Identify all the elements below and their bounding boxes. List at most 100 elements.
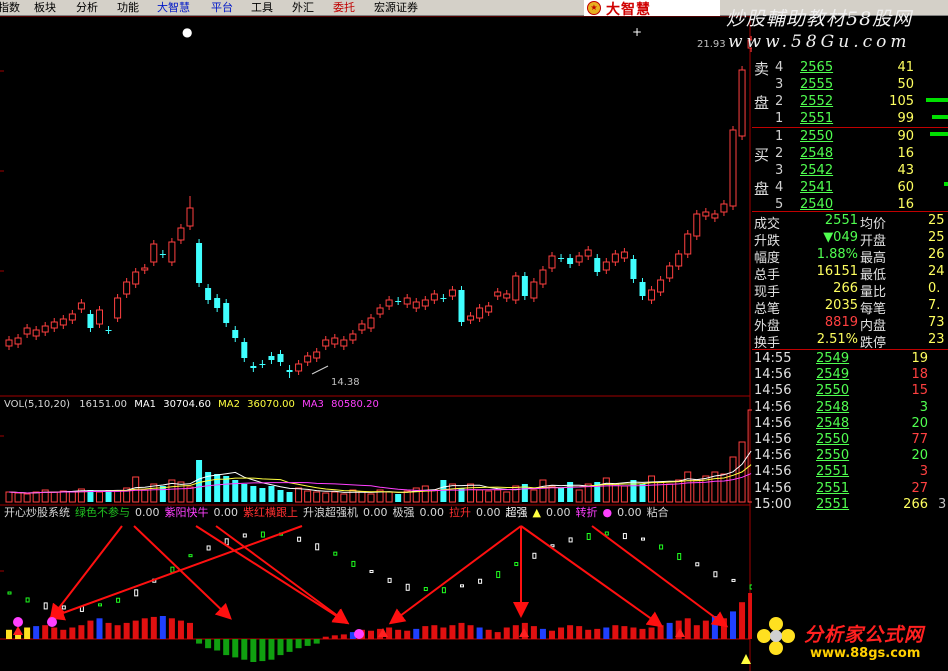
- low-marker: [311, 365, 329, 375]
- volume-legend: VOL(5,10,20) 16151.00 MA1 30704.60 MA2 3…: [4, 398, 379, 411]
- stat-row: 外盘 8819 内盘 73: [752, 315, 948, 334]
- histogram-bar: [60, 629, 67, 639]
- vol-ma3-label: MA3: [302, 399, 324, 410]
- high-price-label: 21.93: [697, 39, 726, 50]
- tick-row[interactable]: 14:56 2548 20: [752, 416, 948, 432]
- volume-bar: [322, 492, 330, 503]
- menu-item-analysis[interactable]: 分析: [76, 1, 98, 14]
- indicator-legend-item: 升浪超强机: [303, 506, 358, 519]
- bottom-logo: 分析家公式网 www.88gs.com: [752, 612, 948, 671]
- volume-bar: [548, 485, 556, 503]
- buy-level-row[interactable]: 2 2548 16: [752, 146, 948, 163]
- histogram-bar: [51, 627, 58, 639]
- tick-row[interactable]: 14:56 2548 3: [752, 400, 948, 416]
- volume-bar: [68, 491, 76, 503]
- stat-value: 2.51%: [816, 332, 858, 347]
- volume-bar: [268, 486, 275, 502]
- menu-item-tools[interactable]: 工具: [251, 1, 273, 14]
- menu-item-platform[interactable]: 平台: [211, 1, 233, 14]
- buy-level-row[interactable]: 4 2541 60: [752, 180, 948, 197]
- menu-item-forex[interactable]: 外汇: [292, 1, 314, 14]
- chart-frame: [0, 16, 751, 671]
- indicator-marker: [297, 536, 302, 542]
- annotation-arrow: [133, 525, 232, 620]
- tick-row[interactable]: 14:56 2550 20: [752, 448, 948, 464]
- tick-row[interactable]: 14:56 2551 3: [752, 464, 948, 480]
- volume-bar: [23, 493, 31, 503]
- indicator-marker: [405, 583, 410, 591]
- volume-bar: [494, 489, 502, 503]
- tick-volume: 15: [911, 383, 928, 399]
- sell-level-row[interactable]: 1 2551 99: [752, 111, 948, 128]
- indicator-legend-item: 0.00: [135, 506, 160, 519]
- candle-body: [575, 255, 583, 263]
- indicator-histogram: [6, 531, 752, 662]
- indicator-marker: [478, 578, 483, 584]
- tick-row[interactable]: 14:56 2549 18: [752, 367, 948, 383]
- sell-level-row[interactable]: 4 2565 41: [752, 60, 948, 77]
- volume-bar: [96, 491, 103, 503]
- histogram-bar: [96, 618, 103, 639]
- sell-level-row[interactable]: 3 2555 50: [752, 77, 948, 94]
- tick-price: 2551: [816, 480, 850, 496]
- histogram-bar: [512, 625, 519, 639]
- tick-volume: 27: [911, 480, 928, 496]
- level-volume: 50: [897, 77, 914, 92]
- candle-body: [223, 303, 230, 323]
- level-number: 2: [775, 146, 784, 161]
- volume-bar: [223, 476, 230, 502]
- stat-value-2: 25: [928, 230, 945, 245]
- stat-value: 16151: [816, 264, 858, 279]
- histogram-bar: [268, 639, 275, 660]
- volume-bar: [395, 494, 402, 502]
- annotation-arrow: [591, 525, 729, 628]
- tick-row[interactable]: 14:56 2550 15: [752, 383, 948, 399]
- stat-row: 总笔 2035 每笔 7.: [752, 298, 948, 317]
- indicator-marker: [423, 587, 428, 592]
- tick-row[interactable]: 14:55 2549 19: [752, 351, 948, 367]
- indicator-legend: 开心炒股系统 绿色不参与 0.00 紫阳快牛 0.00 紫红横跟上 升浪超强机 0.00 极强 0…: [4, 506, 674, 519]
- depth-bar: [930, 132, 948, 136]
- tick-volume: 3: [919, 399, 928, 415]
- candle-body: [385, 299, 393, 307]
- candle-body: [358, 323, 366, 331]
- histogram-bar: [413, 628, 420, 639]
- histogram-bar: [114, 625, 121, 639]
- bottom-logo-url: www.88gs.com: [810, 646, 921, 661]
- volume-bar: [530, 489, 538, 503]
- histogram-bar: [630, 627, 637, 639]
- menu-item-function[interactable]: 功能: [117, 1, 139, 14]
- stat-value: ▼049: [823, 230, 858, 245]
- tick-row[interactable]: 14:56 2551 27: [752, 481, 948, 497]
- menu-item-trade[interactable]: 委托: [333, 1, 355, 14]
- buy-level-row[interactable]: 1 2550 90: [752, 129, 948, 146]
- buy-level-row[interactable]: 3 2542 43: [752, 163, 948, 180]
- tick-row[interactable]: 15:00 2551 266 3: [752, 497, 948, 513]
- orderbook-divider: [752, 127, 948, 128]
- volume-bar: [611, 483, 619, 503]
- candle-body: [250, 366, 257, 368]
- indicator-marker: [387, 577, 392, 583]
- vol-ma2: 36070.00: [247, 399, 295, 410]
- menu-item-broker[interactable]: 宏源证券: [374, 1, 418, 14]
- histogram-bar: [440, 627, 447, 639]
- menu-item-sector[interactable]: 板块: [34, 1, 56, 14]
- tick-row[interactable]: 14:56 2550 77: [752, 432, 948, 448]
- histogram-bar: [431, 625, 438, 639]
- stock-chart[interactable]: ● + 21.93 14.38: [0, 16, 752, 671]
- menu-item-index[interactable]: 指数: [0, 1, 20, 14]
- vol-ma2-label: MA2: [218, 399, 240, 410]
- menu-item-dzh[interactable]: 大智慧: [157, 1, 190, 14]
- indicator-legend-item: 0.00: [213, 506, 239, 519]
- histogram-bar: [340, 634, 347, 639]
- histogram-bar: [386, 627, 393, 639]
- indicator-marker: [496, 571, 501, 579]
- histogram-bar: [485, 629, 492, 639]
- depth-bar: [926, 98, 948, 102]
- sell-level-row[interactable]: 2 2552 105: [752, 94, 948, 111]
- stat-row: 总手 16151 最低 24: [752, 264, 948, 283]
- indicator-marker: [514, 562, 519, 567]
- histogram-bar: [277, 639, 284, 656]
- candle-body: [150, 243, 158, 263]
- tick-time: 15:00: [754, 496, 792, 512]
